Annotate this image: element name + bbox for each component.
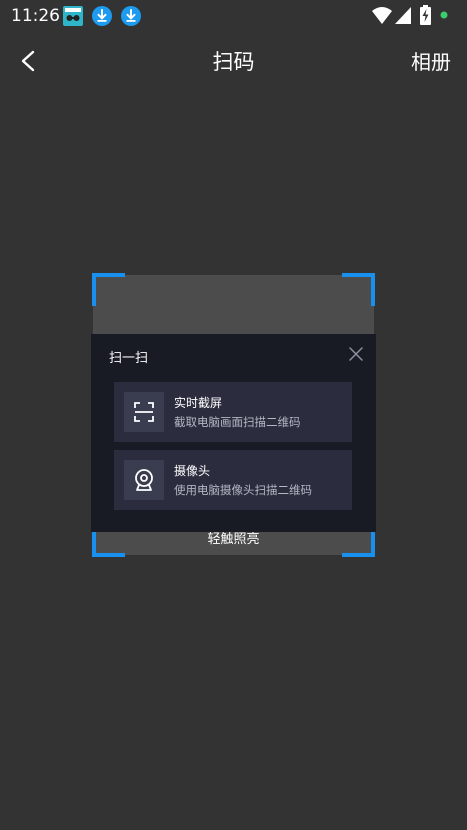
webcam-icon xyxy=(135,469,153,491)
scan-corner-top-left xyxy=(92,273,125,306)
battery-charging-icon xyxy=(420,5,431,25)
signal-icon xyxy=(395,7,411,24)
popup-title: 扫一扫 xyxy=(109,351,149,366)
status-dot-icon xyxy=(440,11,448,19)
download-icon xyxy=(121,6,141,26)
back-button[interactable] xyxy=(14,46,44,76)
scan-frame-icon xyxy=(134,402,154,422)
webcam-option[interactable]: 摄像头 使用电脑摄像头扫描二维码 xyxy=(114,450,352,510)
status-time: 11:26 xyxy=(11,6,60,26)
download-icon xyxy=(92,6,112,26)
option-description: 截取电脑画面扫描二维码 xyxy=(174,415,301,429)
option-title: 摄像头 xyxy=(174,464,211,478)
option-description: 使用电脑摄像头扫描二维码 xyxy=(174,483,312,497)
realtime-screenshot-option[interactable]: 实时截屏 截取电脑画面扫描二维码 xyxy=(114,382,352,442)
header-bar: 扫码 相册 xyxy=(0,40,467,80)
option-icon-box xyxy=(124,460,164,500)
close-icon[interactable] xyxy=(348,346,364,362)
album-button[interactable]: 相册 xyxy=(411,46,451,75)
option-icon-box xyxy=(124,392,164,432)
notification-app-icon xyxy=(63,6,83,26)
status-bar: 11:26 xyxy=(0,0,467,32)
wifi-icon xyxy=(372,7,392,24)
page-title: 扫码 xyxy=(212,50,255,74)
scan-corner-top-right xyxy=(342,273,375,306)
scan-popup: 扫一扫 实时截屏 截取电脑画面扫描二维码 摄像头 使用电脑摄像头扫描二维码 xyxy=(91,334,376,532)
option-title: 实时截屏 xyxy=(174,396,223,410)
